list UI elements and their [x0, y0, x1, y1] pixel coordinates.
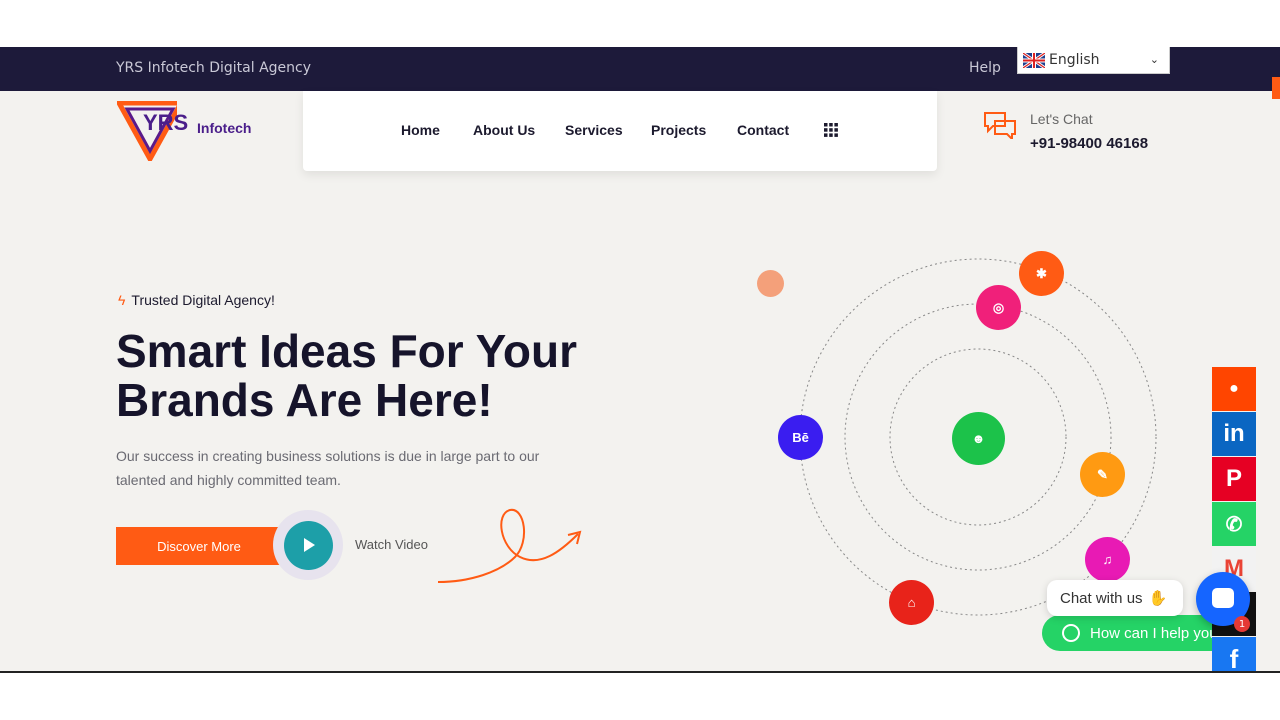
pinterest-icon[interactable]: P: [1212, 457, 1256, 501]
contact-label: Let's Chat: [1030, 111, 1093, 127]
chevron-down-icon: ⌄: [1149, 53, 1159, 66]
nav-home[interactable]: Home: [401, 122, 440, 138]
language-label: English: [1049, 52, 1100, 68]
logo-main-text: YRS: [143, 110, 189, 135]
hero-description: Our success in creating business solutio…: [116, 448, 540, 488]
logo-sub-text: Infotech: [197, 120, 252, 136]
chat-with-us-bubble[interactable]: Chat with us ✋: [1047, 580, 1183, 616]
chat-icon: [1212, 588, 1234, 608]
contact-phone[interactable]: +91-98400 46168: [1030, 135, 1148, 152]
whatsapp-icon[interactable]: ✆: [1212, 502, 1256, 546]
chat-launcher-button[interactable]: 1: [1196, 572, 1250, 632]
music-icon: ♫: [1085, 537, 1130, 582]
unread-badge: 1: [1234, 616, 1250, 632]
nav-services[interactable]: Services: [565, 122, 623, 138]
reddit-icon[interactable]: ●: [1212, 367, 1256, 411]
chat-bubbles-icon: [984, 112, 1016, 142]
agency-name: YRS Infotech Digital Agency: [116, 60, 312, 76]
whatsapp-help-text: How can I help you?: [1090, 624, 1212, 642]
decorative-arrow: [437, 508, 582, 583]
nav-contact[interactable]: Contact: [737, 122, 789, 138]
lightning-icon: ϟ: [118, 292, 126, 308]
main-nav: Home About Us Services Projects Contact: [303, 91, 937, 171]
wave-hand-icon: ✋: [1148, 590, 1168, 607]
nav-projects[interactable]: Projects: [651, 122, 706, 138]
pen-tool-icon: ✎: [1080, 452, 1125, 497]
hero-headline: Smart Ideas For Your Brands Are Here!: [116, 327, 577, 425]
android-icon: ☻: [952, 412, 1005, 465]
contact-block[interactable]: Let's Chat +91-98400 46168: [983, 109, 1148, 152]
headline-line-2: Brands Are Here!: [116, 374, 493, 426]
grid-icon[interactable]: [824, 123, 838, 137]
whatsapp-small-icon: [1062, 624, 1080, 642]
dribbble-icon: ◎: [976, 285, 1021, 330]
scroll-accent: [1272, 77, 1280, 99]
uk-flag-icon: [1023, 52, 1045, 68]
discover-more-button[interactable]: Discover More: [116, 527, 282, 565]
chat-prompt-text: Chat with us: [1060, 589, 1143, 607]
vector-icon: ⌂: [889, 580, 934, 625]
nav-about-us[interactable]: About Us: [473, 122, 535, 138]
behance-icon: Bē: [778, 415, 823, 460]
watch-video-link[interactable]: Watch Video: [355, 537, 428, 552]
browser-viewport: YRS Infotech Digital Agency Help English…: [0, 47, 1280, 673]
logo[interactable]: YRS Infotech: [114, 100, 267, 165]
tagline-text: Trusted Digital Agency!: [131, 292, 275, 308]
facebook-icon[interactable]: f: [1212, 637, 1256, 671]
headline-line-1: Smart Ideas For Your: [116, 325, 577, 377]
puzzle-icon: ✱: [1019, 251, 1064, 296]
play-icon[interactable]: [284, 521, 333, 570]
decorative-dot: [757, 270, 784, 297]
hero-tagline: ϟ Trusted Digital Agency!: [118, 292, 275, 308]
language-selector[interactable]: English ⌄: [1017, 47, 1170, 74]
help-link[interactable]: Help: [969, 60, 1001, 76]
whatsapp-help-pill[interactable]: How can I help you?: [1042, 615, 1212, 651]
linkedin-icon[interactable]: in: [1212, 412, 1256, 456]
